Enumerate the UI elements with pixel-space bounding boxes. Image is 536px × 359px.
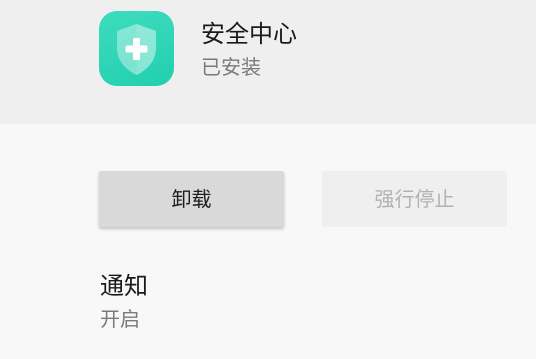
app-name: 安全中心 — [201, 20, 297, 48]
shield-icon-graphic — [117, 24, 156, 75]
shield-plus-icon — [99, 11, 174, 86]
app-install-status: 已安装 — [201, 55, 261, 79]
notification-setting-title[interactable]: 通知 — [100, 271, 148, 301]
force-stop-button[interactable]: 强行停止 — [322, 171, 507, 227]
notification-setting-value: 开启 — [100, 307, 140, 331]
uninstall-button[interactable]: 卸载 — [99, 171, 284, 227]
app-header: 安全中心 已安装 — [0, 0, 536, 124]
